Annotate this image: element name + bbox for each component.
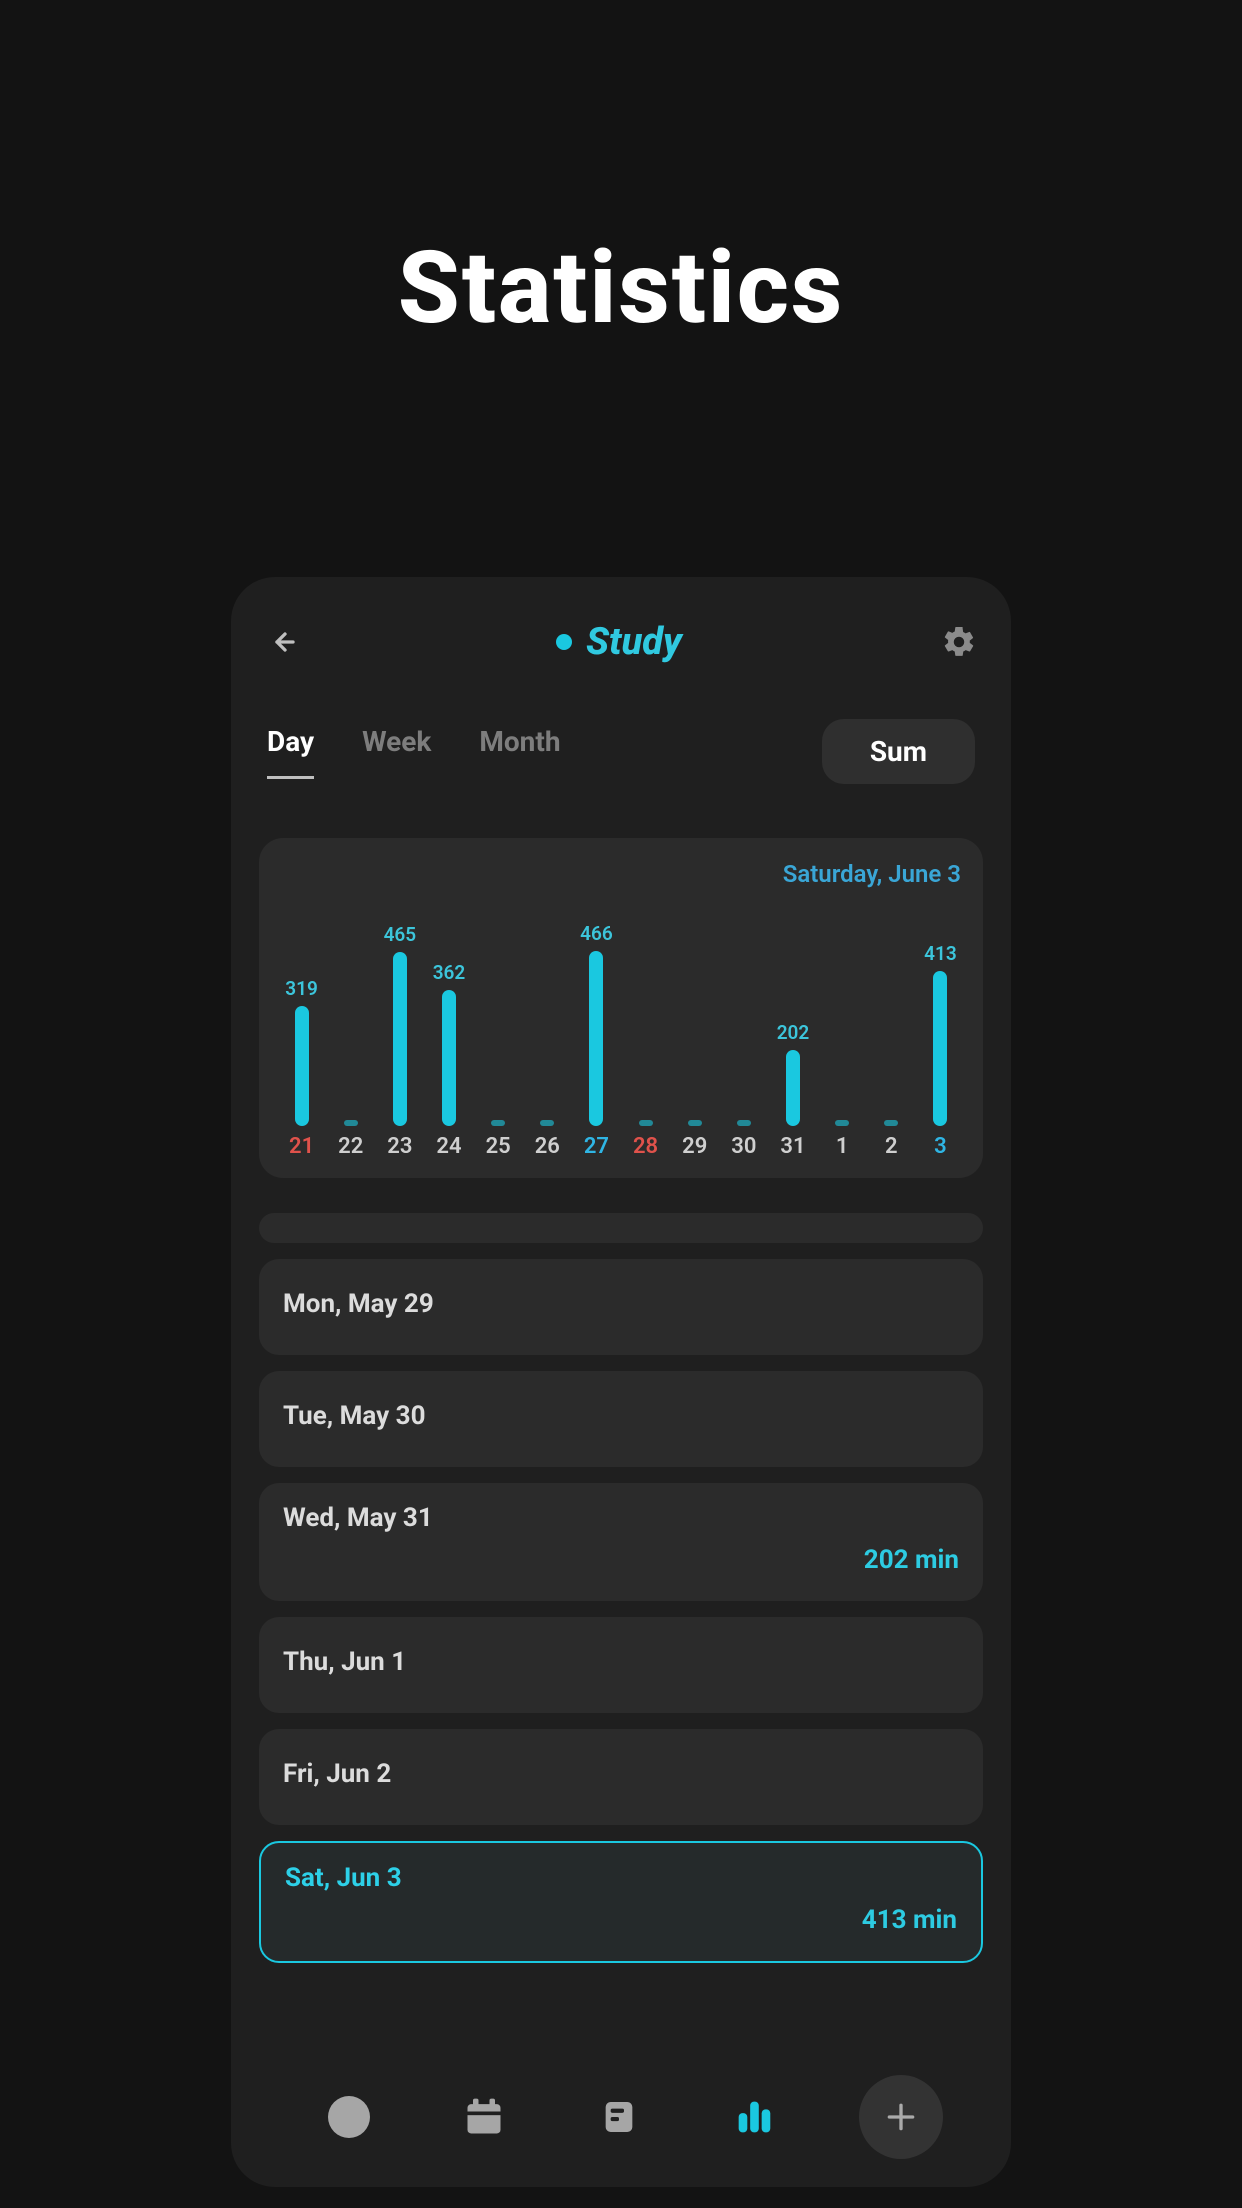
page-title: Statistics xyxy=(398,230,844,347)
chart-axis-label: 1 xyxy=(836,1132,849,1160)
list-item-value: 413 min xyxy=(285,1905,957,1935)
chart-bar[interactable]: 465 23 xyxy=(379,900,420,1160)
chart-bar-rect xyxy=(540,1120,554,1126)
chart-axis-label: 2 xyxy=(885,1132,898,1160)
chart-bar-rect xyxy=(639,1120,653,1126)
chart-axis-label: 25 xyxy=(486,1132,511,1160)
list-item[interactable]: Thu, Jun 1 xyxy=(259,1617,983,1713)
topbar-title-text: Study xyxy=(586,620,682,664)
chart-bar[interactable]: 28 xyxy=(625,900,666,1160)
chart-bar-value: 202 xyxy=(777,1021,810,1044)
chart-bar-value: 319 xyxy=(285,977,318,1000)
chart-bar[interactable]: 1 xyxy=(822,900,863,1160)
chart-bar[interactable]: 2 xyxy=(871,900,912,1160)
chart-bar-rect xyxy=(491,1120,505,1126)
chart-bar-rect xyxy=(786,1050,800,1126)
period-tabs: Day Week Month xyxy=(267,725,561,779)
chart-bar[interactable]: 30 xyxy=(723,900,764,1160)
chart-axis-label: 23 xyxy=(387,1132,412,1160)
chart-bar[interactable]: 22 xyxy=(330,900,371,1160)
chart[interactable]: 3192122465233622425264662728293020231124… xyxy=(281,900,961,1160)
chart-bar[interactable]: 202 31 xyxy=(772,900,813,1160)
list-item[interactable]: Wed, May 31 202 min xyxy=(259,1483,983,1601)
chart-bar-value: 465 xyxy=(384,923,417,946)
topbar-title: Study xyxy=(556,620,682,664)
chart-bar[interactable]: 29 xyxy=(674,900,715,1160)
chart-bar-value: 413 xyxy=(924,942,957,965)
nav-calendar-icon[interactable] xyxy=(454,2087,514,2147)
bottom-nav xyxy=(259,2075,983,2159)
list-item-date: Sat, Jun 3 xyxy=(285,1863,957,1893)
list-item[interactable]: Sat, Jun 3 413 min xyxy=(259,1841,983,1963)
chart-axis-label: 3 xyxy=(934,1132,947,1160)
chart-bar-rect xyxy=(835,1120,849,1126)
chart-axis-label: 28 xyxy=(633,1132,658,1160)
chart-bar[interactable]: 413 3 xyxy=(920,900,961,1160)
chart-axis-label: 24 xyxy=(436,1132,461,1160)
list-item-date: Wed, May 31 xyxy=(283,1503,959,1533)
sum-button[interactable]: Sum xyxy=(822,719,975,784)
tab-month[interactable]: Month xyxy=(479,725,560,779)
chart-bar[interactable]: 319 21 xyxy=(281,900,322,1160)
add-button[interactable] xyxy=(859,2075,943,2159)
list-item-date: Thu, Jun 1 xyxy=(283,1647,959,1677)
chart-bar-rect xyxy=(884,1120,898,1126)
chart-axis-label: 27 xyxy=(584,1132,609,1160)
nav-notes-icon[interactable] xyxy=(589,2087,649,2147)
chart-bar-rect xyxy=(393,952,407,1126)
chart-axis-label: 26 xyxy=(535,1132,560,1160)
chart-bar-value: 466 xyxy=(580,922,613,945)
category-dot xyxy=(556,634,572,650)
day-list[interactable]: Mon, May 29 Tue, May 30 Wed, May 31 202 min… xyxy=(259,1213,983,2051)
list-item-value: 202 min xyxy=(283,1545,959,1575)
chart-bar-rect xyxy=(344,1120,358,1126)
chart-axis-label: 22 xyxy=(338,1132,363,1160)
topbar: Study xyxy=(259,617,983,667)
chart-bar[interactable]: 26 xyxy=(527,900,568,1160)
list-item[interactable]: Fri, Jun 2 xyxy=(259,1729,983,1825)
chart-bar-rect xyxy=(589,951,603,1126)
nav-record-icon[interactable] xyxy=(319,2087,379,2147)
list-item-date: Tue, May 30 xyxy=(283,1401,959,1431)
chart-bar-value: 362 xyxy=(433,961,466,984)
list-item-date: Mon, May 29 xyxy=(283,1289,959,1319)
nav-stats-icon[interactable] xyxy=(724,2087,784,2147)
app-frame: Study Day Week Month Sum Saturday, June … xyxy=(231,577,1011,2187)
tab-day[interactable]: Day xyxy=(267,725,314,779)
back-icon[interactable] xyxy=(265,626,297,658)
chart-bar-rect xyxy=(688,1120,702,1126)
chart-axis-label: 29 xyxy=(682,1132,707,1160)
chart-axis-label: 30 xyxy=(731,1132,756,1160)
chart-bar[interactable]: 362 24 xyxy=(428,900,469,1160)
tab-week[interactable]: Week xyxy=(362,725,431,779)
chart-bar[interactable]: 466 27 xyxy=(576,900,617,1160)
list-item[interactable]: Tue, May 30 xyxy=(259,1371,983,1467)
list-item-date: Fri, Jun 2 xyxy=(283,1759,959,1789)
chart-bar-rect xyxy=(442,990,456,1126)
chart-bar-rect xyxy=(737,1120,751,1126)
list-item-partial[interactable] xyxy=(259,1213,983,1243)
chart-bar-rect xyxy=(933,971,947,1126)
chart-axis-label: 31 xyxy=(780,1132,805,1160)
gear-icon[interactable] xyxy=(941,624,977,660)
chart-bar[interactable]: 25 xyxy=(478,900,519,1160)
chart-card: Saturday, June 3 31921224652336224252646… xyxy=(259,838,983,1178)
chart-bar-rect xyxy=(295,1006,309,1126)
chart-axis-label: 21 xyxy=(289,1132,314,1160)
chart-date: Saturday, June 3 xyxy=(281,860,961,888)
list-item[interactable]: Mon, May 29 xyxy=(259,1259,983,1355)
tab-row: Day Week Month Sum xyxy=(259,719,983,784)
